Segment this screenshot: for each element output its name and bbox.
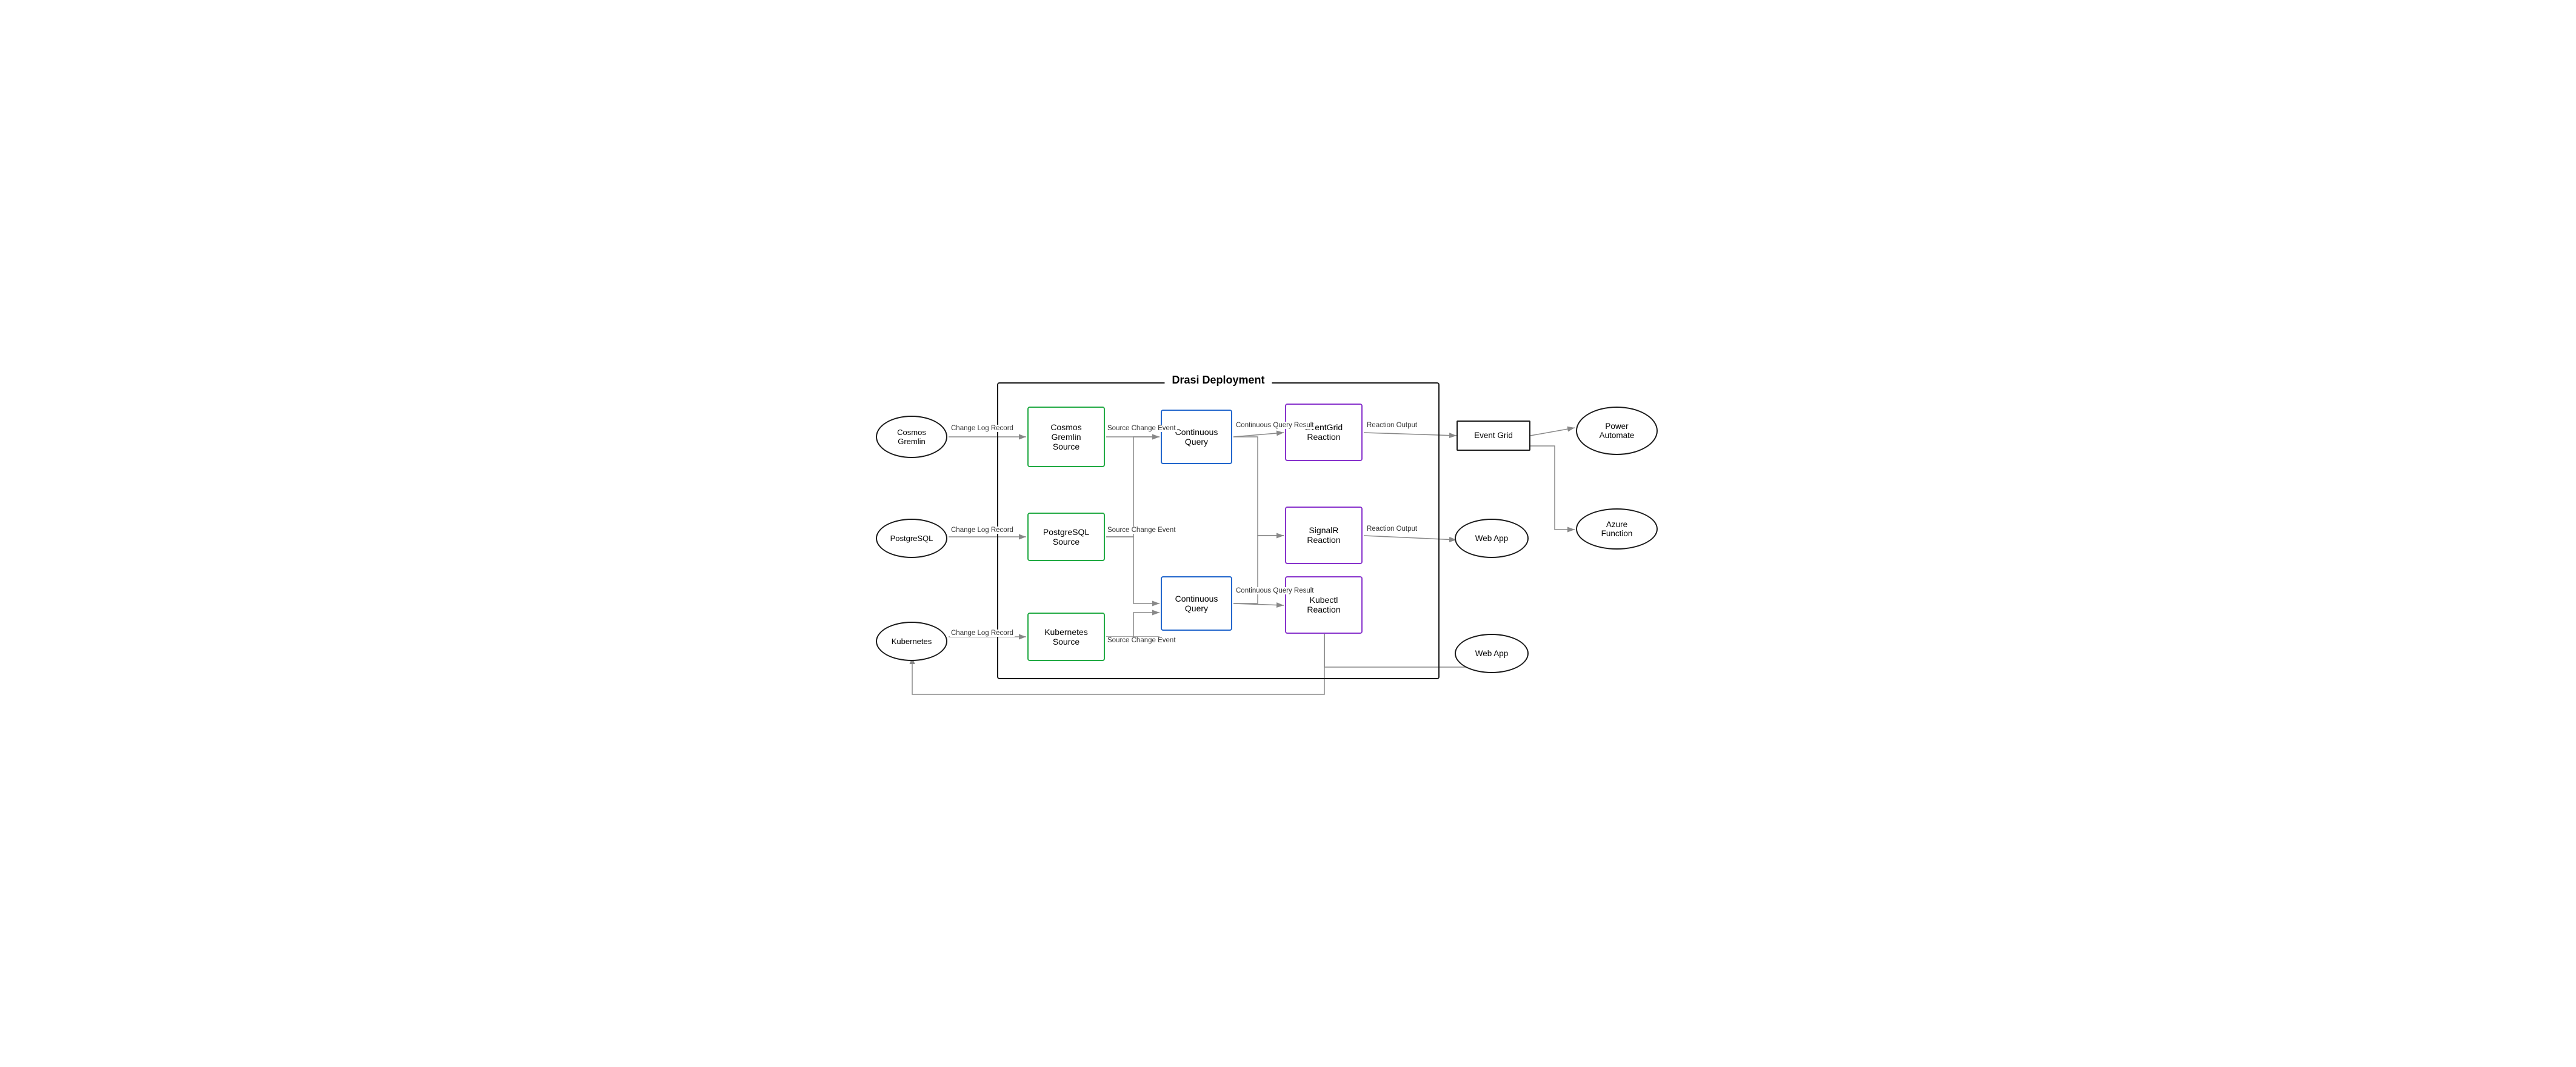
continuous-query-2-box: Continuous Query: [1161, 576, 1232, 631]
postgresql-source-box: PostgreSQL Source: [1027, 513, 1105, 561]
cosmos-gremlin-ellipse: Cosmos Gremlin: [876, 416, 947, 458]
reaction-output-2-label: Reaction Output: [1366, 525, 1418, 533]
kubernetes-source-box: Kubernetes Source: [1027, 613, 1105, 661]
cosmos-gremlin-source-box: Cosmos Gremlin Source: [1027, 407, 1105, 467]
cq-result-1-label: Continuous Query Result: [1235, 422, 1315, 429]
change-log-record-1-label: Change Log Record: [950, 425, 1015, 432]
signalr-reaction-box: SignalR Reaction: [1285, 507, 1363, 564]
reaction-output-1-label: Reaction Output: [1366, 422, 1418, 429]
source-change-2-label: Source Change Event: [1106, 527, 1177, 534]
postgresql-ellipse: PostgreSQL: [876, 519, 947, 558]
eventgrid-reaction-box: EventGrid Reaction: [1285, 404, 1363, 461]
diagram-container: Drasi Deployment Cosmos Gremlin PostgreS…: [864, 358, 1712, 710]
change-log-record-2-label: Change Log Record: [950, 527, 1015, 534]
kubernetes-ellipse: Kubernetes: [876, 622, 947, 661]
event-grid-external-box: Event Grid: [1457, 420, 1530, 451]
drasi-title: Drasi Deployment: [1164, 374, 1272, 387]
continuous-query-1-box: Continuous Query: [1161, 410, 1232, 464]
cq-result-2-label: Continuous Query Result: [1235, 587, 1315, 594]
source-change-3-label: Source Change Event: [1106, 637, 1177, 644]
web-app-1-ellipse: Web App: [1455, 519, 1529, 558]
kubectl-reaction-box: Kubectl Reaction: [1285, 576, 1363, 634]
web-app-2-ellipse: Web App: [1455, 634, 1529, 673]
azure-function-ellipse: Azure Function: [1576, 508, 1658, 550]
change-log-record-3-label: Change Log Record: [950, 630, 1015, 637]
source-change-1-label: Source Change Event: [1106, 425, 1177, 432]
power-automate-ellipse: Power Automate: [1576, 407, 1658, 455]
